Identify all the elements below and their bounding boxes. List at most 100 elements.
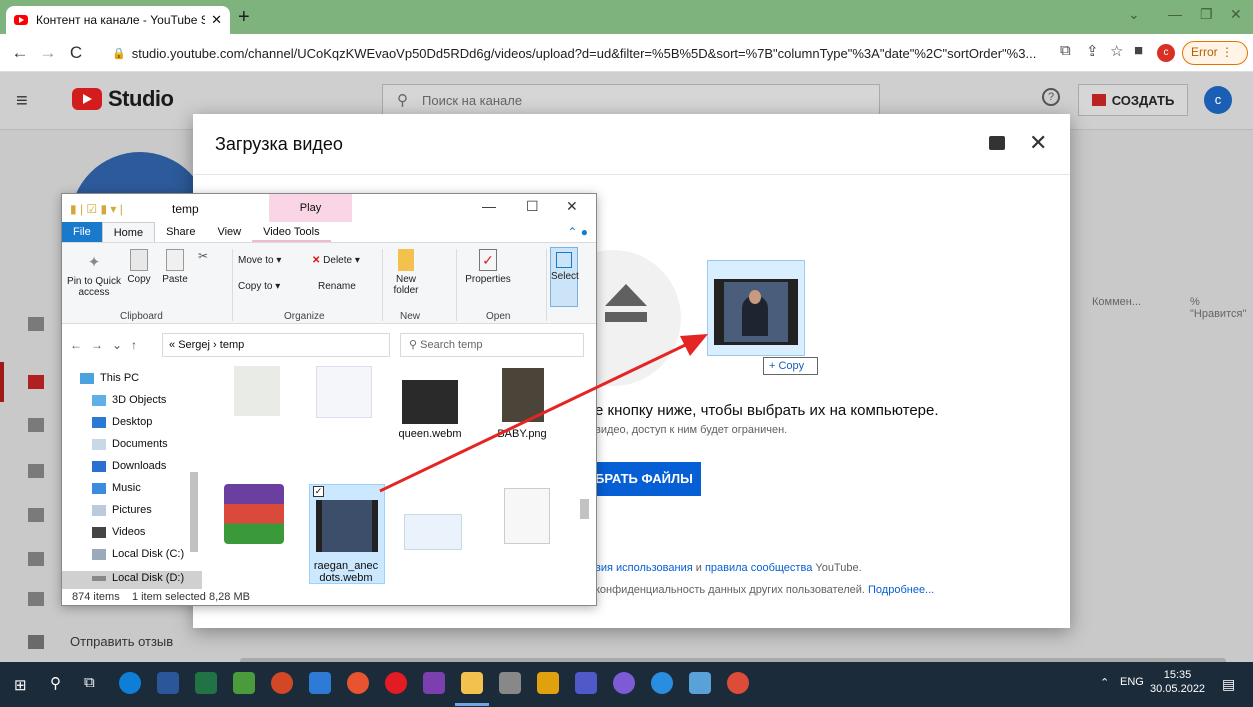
nav-arrows-icon[interactable]: ←→⌄↑ — [70, 338, 146, 352]
nav-scrollbar[interactable] — [190, 472, 198, 552]
powerpoint-icon[interactable] — [271, 672, 293, 694]
cut-icon[interactable]: ✂ — [198, 249, 208, 263]
analytics-icon[interactable] — [28, 464, 44, 478]
feedback-icon[interactable] — [989, 136, 1005, 150]
address-box[interactable]: « Sergej › temp — [162, 333, 390, 357]
close-icon[interactable]: ✕ — [566, 198, 578, 215]
help-icon[interactable]: ? — [1042, 88, 1060, 106]
window-close-icon[interactable]: ✕ — [1230, 6, 1242, 23]
teams-icon[interactable] — [575, 672, 597, 694]
quick-access-toolbar-icon[interactable]: ▮ | ☑ ▮ ▾ | — [70, 202, 123, 216]
properties-button[interactable]: ✓ Properties — [462, 249, 514, 285]
viber-icon[interactable] — [613, 672, 635, 694]
send-feedback-link[interactable]: Отправить отзыв — [70, 634, 173, 649]
content-scrollbar[interactable] — [580, 499, 589, 519]
tab-home[interactable]: Home — [101, 222, 156, 242]
select-button[interactable]: Select — [550, 247, 579, 307]
nav-desktop[interactable]: Desktop — [92, 416, 152, 428]
sidepanel-icon[interactable]: ■ — [1134, 42, 1143, 59]
maximize-icon[interactable]: ☐ — [526, 198, 539, 215]
subtitles-icon[interactable] — [28, 552, 44, 566]
minimize-icon[interactable]: — — [482, 198, 496, 214]
chrome-canary-icon[interactable] — [347, 672, 369, 694]
baby-filename[interactable]: BABY.png — [484, 428, 560, 440]
project-icon[interactable] — [233, 672, 255, 694]
column-likes[interactable]: % "Нравится" — [1190, 296, 1253, 320]
rar-archive-icon[interactable] — [224, 484, 284, 544]
menu-icon[interactable]: ≡ — [16, 90, 28, 113]
play-context-tab[interactable]: Play — [269, 194, 352, 222]
share-icon[interactable]: ⇪ — [1086, 42, 1099, 60]
nav-downloads[interactable]: Downloads — [92, 460, 166, 472]
nav-3d-objects[interactable]: 3D Objects — [92, 394, 166, 406]
learn-more-link[interactable]: Подробнее... — [868, 584, 934, 596]
nav-documents[interactable]: Documents — [92, 438, 168, 450]
visual-studio-icon[interactable] — [423, 672, 445, 694]
channel-search-input[interactable]: ⚲ Поиск на канале — [382, 84, 880, 116]
new-tab-icon[interactable]: + — [238, 6, 250, 29]
copy-button[interactable]: Copy — [122, 249, 156, 285]
opera-icon[interactable] — [385, 672, 407, 694]
chevron-down-icon[interactable]: ⌄ — [1128, 6, 1140, 23]
terms-link[interactable]: вия использования — [595, 562, 693, 574]
translate-icon[interactable]: ⧉ — [1060, 42, 1071, 59]
breadcrumb-sergej[interactable]: Sergej — [178, 339, 210, 351]
outlook-icon[interactable] — [309, 672, 331, 694]
copy-to-button[interactable]: Copy to ▾ — [238, 281, 280, 292]
selection-checkbox[interactable]: ✓ — [313, 486, 324, 497]
studio-logo[interactable]: Studio — [72, 86, 174, 112]
paste-button[interactable]: Paste — [158, 249, 192, 285]
dashboard-icon[interactable] — [28, 317, 44, 331]
tab-share[interactable]: Share — [155, 222, 206, 242]
tab-close-icon[interactable]: ✕ — [211, 12, 222, 28]
task-view-icon[interactable]: ⧉ — [84, 674, 95, 691]
content-icon[interactable] — [28, 375, 44, 389]
start-windows-icon[interactable]: ⊞ — [14, 676, 27, 694]
nav-videos[interactable]: Videos — [92, 526, 145, 538]
address-bar[interactable]: 🔒 studio.youtube.com/channel/UCoKqzKWEva… — [112, 40, 1044, 66]
error-button[interactable]: Error ⋮ — [1182, 41, 1248, 65]
notification-icon[interactable]: ▤ — [1222, 676, 1235, 693]
excel-icon[interactable] — [195, 672, 217, 694]
nav-local-disk-c[interactable]: Local Disk (C:) — [92, 548, 184, 560]
word-icon[interactable] — [157, 672, 179, 694]
app-icon[interactable] — [537, 672, 559, 694]
spreadsheet-thumbnail[interactable] — [504, 488, 550, 544]
nav-local-disk-d[interactable]: Local Disk (D:) — [92, 572, 184, 584]
restore-icon[interactable]: ❐ — [1200, 6, 1213, 23]
new-folder-button[interactable]: New folder — [388, 249, 424, 296]
tab-video-tools[interactable]: Video Tools — [252, 222, 331, 242]
rename-button[interactable]: Rename — [318, 281, 356, 292]
back-icon[interactable]: ← — [6, 43, 34, 63]
nav-this-pc[interactable]: This PC — [80, 372, 139, 384]
baby-thumbnail[interactable] — [502, 368, 544, 422]
nav-music[interactable]: Music — [92, 482, 141, 494]
file-thumbnail[interactable] — [234, 366, 280, 416]
move-to-button[interactable]: Move to ▾ — [238, 255, 281, 266]
clock[interactable]: 15:35 30.05.2022 — [1150, 668, 1205, 696]
breadcrumb-temp[interactable]: temp — [220, 339, 244, 351]
search-icon[interactable]: ⚲ — [50, 674, 61, 692]
chrome-icon[interactable] — [727, 672, 749, 694]
search-input[interactable]: ⚲ Search temp — [400, 333, 584, 357]
create-button[interactable]: СОЗДАТЬ — [1078, 84, 1188, 116]
queen-thumbnail[interactable] — [402, 380, 458, 424]
close-icon[interactable]: ✕ — [1029, 130, 1047, 156]
paint-icon[interactable] — [689, 672, 711, 694]
comments-icon[interactable] — [28, 508, 44, 522]
tab-file[interactable]: File — [62, 222, 102, 242]
feedback-icon[interactable] — [28, 635, 44, 649]
chrome-profile-icon[interactable] — [651, 672, 673, 694]
column-comments[interactable]: Коммен... — [1092, 296, 1141, 308]
pin-quick-access-button[interactable]: ✦ Pin to Quick access — [66, 255, 122, 298]
edge-icon[interactable] — [119, 672, 141, 694]
nav-pictures[interactable]: Pictures — [92, 504, 152, 516]
profile-avatar[interactable]: c — [1157, 44, 1175, 62]
queen-filename[interactable]: queen.webm — [392, 428, 468, 440]
language-indicator[interactable]: ENG — [1120, 676, 1144, 688]
help-icon[interactable]: ⌃ ● — [567, 225, 588, 239]
file-thumbnail[interactable] — [404, 514, 462, 550]
channel-avatar[interactable]: c — [1204, 86, 1232, 114]
community-guidelines-link[interactable]: правила сообщества — [705, 562, 812, 574]
bookmark-star-icon[interactable]: ☆ — [1110, 42, 1123, 60]
